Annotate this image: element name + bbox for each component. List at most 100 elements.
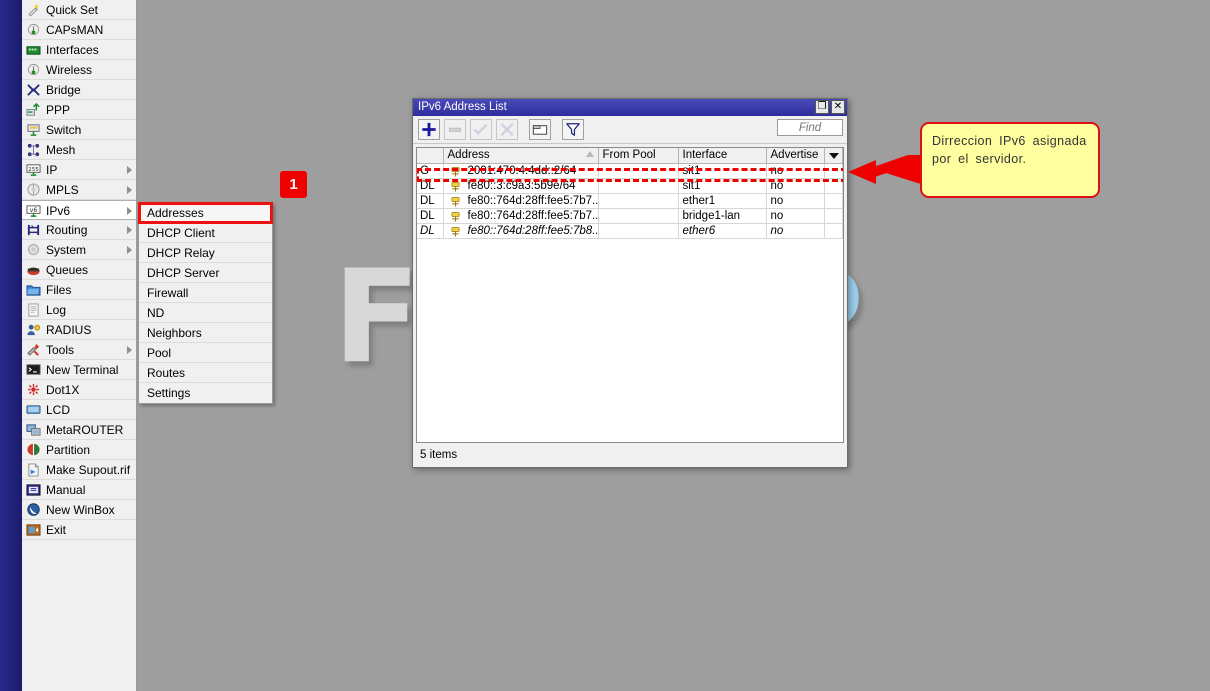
cell-spacer	[824, 178, 843, 194]
column-header-advertise[interactable]: Advertise	[766, 148, 825, 164]
sidebar-item-mpls[interactable]: MPLS	[22, 180, 136, 200]
disable-button[interactable]	[496, 119, 518, 140]
sidebar-item-wireless[interactable]: Wireless	[22, 60, 136, 80]
column-header-flags[interactable]	[417, 148, 444, 164]
restore-button[interactable]: ❐	[815, 100, 829, 114]
find-input[interactable]	[778, 120, 842, 136]
cell-advertise: no	[766, 223, 825, 239]
metarouter-icon	[26, 423, 41, 437]
window-title: IPv6 Address List	[418, 101, 507, 113]
table-row[interactable]: DL fe80::764d:28ff:fee5:7b7... ether1 no	[417, 193, 843, 209]
submenu-item-addresses[interactable]: Addresses	[138, 202, 273, 224]
sidebar-item-system[interactable]: System	[22, 240, 136, 260]
cell-address[interactable]: fe80::764d:28ff:fee5:7b8...	[443, 223, 599, 239]
ipv6-submenu[interactable]: Addresses DHCP Client DHCP Relay DHCP Serve…	[138, 202, 273, 404]
close-icon[interactable]: ✕	[831, 100, 845, 114]
window-controls[interactable]: ❐ ✕	[815, 100, 845, 114]
submenu-item-neighbors[interactable]: Neighbors	[139, 323, 272, 343]
cell-flags: DL	[417, 208, 444, 224]
sidebar-item-bridge[interactable]: Bridge	[22, 80, 136, 100]
sidebar-item-queues[interactable]: Queues	[22, 260, 136, 280]
table-row[interactable]: DL fe80::764d:28ff:fee5:7b7... bridge1-lan…	[417, 208, 843, 224]
cell-from-pool	[598, 178, 679, 194]
column-header-interface[interactable]: Interface	[678, 148, 767, 164]
submenu-item-pool[interactable]: Pool	[139, 343, 272, 363]
sidebar-item-routing[interactable]: Routing	[22, 220, 136, 240]
enable-button[interactable]	[470, 119, 492, 140]
sidebar-item-files[interactable]: Files	[22, 280, 136, 300]
window-toolbar[interactable]	[413, 116, 847, 144]
sidebar-item-ip[interactable]: 255 IP	[22, 160, 136, 180]
cell-advertise: no	[766, 163, 825, 179]
sidebar-item-manual[interactable]: Manual	[22, 480, 136, 500]
table-row[interactable]: DL fe80::3:c9a3:5b9e/64 sit1 no	[417, 178, 843, 194]
submenu-item-nd[interactable]: ND	[139, 303, 272, 323]
cell-address[interactable]: fe80::764d:28ff:fee5:7b7...	[443, 208, 599, 224]
sidebar-item-radius[interactable]: RADIUS	[22, 320, 136, 340]
sidebar-item-new-winbox[interactable]: New WinBox	[22, 500, 136, 520]
submenu-item-settings[interactable]: Settings	[139, 383, 272, 403]
sidebar-item-label: Bridge	[46, 83, 81, 97]
sidebar-item-interfaces[interactable]: Interfaces	[22, 40, 136, 60]
sidebar-item-label: PPP	[46, 103, 71, 117]
cell-address[interactable]: fe80::764d:28ff:fee5:7b7...	[443, 193, 599, 209]
cell-address[interactable]: fe80::3:c9a3:5b9e/64	[443, 178, 599, 194]
sidebar-item-lcd[interactable]: LCD	[22, 400, 136, 420]
submenu-item-routes[interactable]: Routes	[139, 363, 272, 383]
sidebar-item-new-terminal[interactable]: New Terminal	[22, 360, 136, 380]
address-pin-icon	[450, 166, 461, 177]
table-body[interactable]: G 2001:470:4:4dd::2/64 sit1 no DL fe80::3:c9a…	[417, 163, 843, 239]
ipv6-address-list-window[interactable]: IPv6 Address List ❐ ✕ Find Address From …	[412, 98, 848, 468]
cell-flags: DL	[417, 193, 444, 209]
table-header-row[interactable]: Address From Pool Interface Advertise	[417, 148, 843, 164]
sidebar-item-make-supout-rif[interactable]: Make Supout.rif	[22, 460, 136, 480]
find-input-wrapper[interactable]	[777, 119, 843, 136]
supout-icon	[26, 463, 41, 477]
dot1x-icon	[26, 383, 41, 397]
cell-address[interactable]: 2001:470:4:4dd::2/64	[443, 163, 599, 179]
submenu-item-label: Addresses	[147, 206, 204, 220]
sidebar-item-label: Switch	[46, 123, 82, 137]
column-header-from-pool[interactable]: From Pool	[598, 148, 679, 164]
sidebar-item-exit[interactable]: Exit	[22, 520, 136, 540]
submenu-item-firewall[interactable]: Firewall	[139, 283, 272, 303]
sidebar-item-ipv6[interactable]: v6 IPv6	[22, 200, 136, 220]
sidebar-item-log[interactable]: Log	[22, 300, 136, 320]
column-header-address[interactable]: Address	[443, 148, 599, 164]
remove-button[interactable]	[444, 119, 466, 140]
sidebar-item-switch[interactable]: Switch	[22, 120, 136, 140]
sidebar-item-tools[interactable]: Tools	[22, 340, 136, 360]
cell-spacer	[824, 223, 843, 239]
sidebar-item-capsman[interactable]: CAPsMAN	[22, 20, 136, 40]
sidebar-item-label: Log	[46, 303, 67, 317]
submenu-item-label: Routes	[147, 366, 186, 380]
sidebar-item-metarouter[interactable]: MetaROUTER	[22, 420, 136, 440]
filter-button[interactable]	[562, 119, 584, 140]
sidebar-item-mesh[interactable]: Mesh	[22, 140, 136, 160]
sidebar-item-quick-set[interactable]: Quick Set	[22, 0, 136, 20]
chevron-right-icon	[127, 186, 132, 194]
submenu-item-label: Firewall	[147, 286, 189, 300]
submenu-item-label: DHCP Server	[147, 266, 220, 280]
submenu-item-dhcp-client[interactable]: DHCP Client	[139, 223, 272, 243]
submenu-item-dhcp-relay[interactable]: DHCP Relay	[139, 243, 272, 263]
column-chooser-button[interactable]	[824, 148, 843, 164]
cell-interface: bridge1-lan	[678, 208, 767, 224]
address-table[interactable]: Address From Pool Interface Advertise G2…	[417, 148, 843, 239]
sidebar-item-ppp[interactable]: PPP	[22, 100, 136, 120]
submenu-item-dhcp-server[interactable]: DHCP Server	[139, 263, 272, 283]
add-button[interactable]	[418, 119, 440, 140]
sidebar-item-label: Interfaces	[46, 43, 99, 57]
chevron-right-icon	[127, 246, 132, 254]
sidebar-item-dot1x[interactable]: Dot1X	[22, 380, 136, 400]
address-table-container[interactable]: Address From Pool Interface Advertise G2…	[416, 147, 844, 443]
main-menu-empty-area	[22, 543, 136, 691]
antenna-icon	[26, 23, 41, 37]
table-row[interactable]: G 2001:470:4:4dd::2/64 sit1 no	[417, 163, 843, 179]
table-row[interactable]: DL fe80::764d:28ff:fee5:7b8... ether6 no	[417, 223, 843, 239]
callout-note: Dirreccion IPv6 asignada por el servidor…	[920, 122, 1100, 198]
window-titlebar[interactable]: IPv6 Address List ❐ ✕	[413, 99, 847, 116]
sidebar-item-partition[interactable]: Partition	[22, 440, 136, 460]
comment-button[interactable]	[529, 119, 551, 140]
cell-advertise: no	[766, 208, 825, 224]
